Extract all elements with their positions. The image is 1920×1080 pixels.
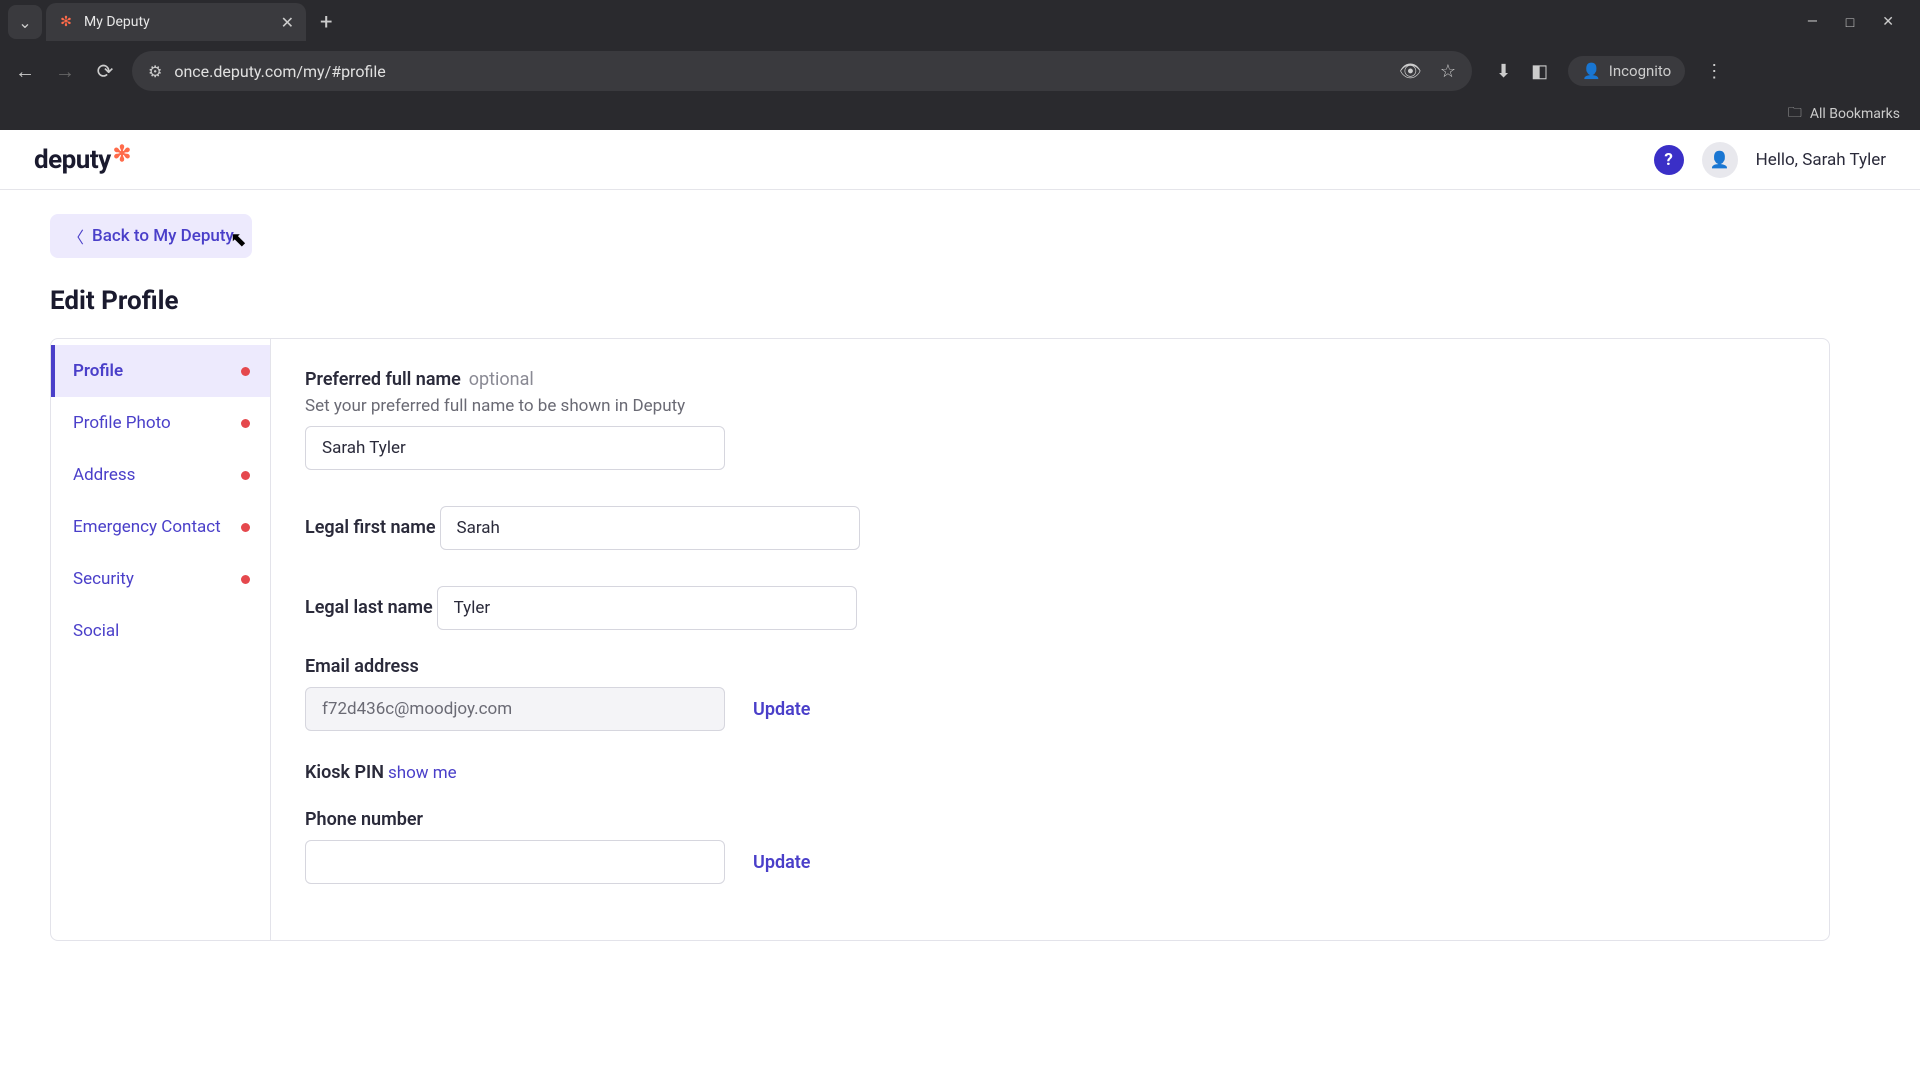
alert-dot-icon: [241, 523, 250, 532]
field-label: Preferred full name: [305, 369, 461, 390]
update-email-button[interactable]: Update: [753, 699, 810, 720]
maximize-icon[interactable]: □: [1846, 14, 1854, 31]
deputy-logo[interactable]: deputy ✻: [34, 145, 131, 175]
alert-dot-icon: [241, 367, 250, 376]
profile-form: Preferred full name optional Set your pr…: [271, 339, 1829, 940]
eye-off-icon[interactable]: 👁: [1399, 61, 1422, 82]
new-tab-button[interactable]: +: [310, 10, 342, 35]
chevron-left-icon: 〈: [68, 224, 84, 248]
show-kiosk-pin-button[interactable]: show me: [388, 763, 457, 783]
forward-button: →: [52, 59, 78, 84]
url-text: once.deputy.com/my/#profile: [174, 62, 1387, 81]
help-button[interactable]: ?: [1654, 145, 1684, 175]
minimize-icon[interactable]: —: [1807, 14, 1818, 31]
field-label: Email address: [305, 656, 419, 677]
site-settings-icon[interactable]: ⚙: [148, 62, 162, 81]
sidebar-item-label: Social: [73, 621, 119, 641]
back-to-deputy-button[interactable]: 〈 Back to My Deputy ⬉: [50, 214, 252, 258]
sidebar-item-emergency-contact[interactable]: Emergency Contact: [51, 501, 270, 553]
deputy-favicon-icon: ✻: [58, 14, 74, 30]
sidebar-item-profile[interactable]: Profile: [51, 345, 270, 397]
preferred-name-input[interactable]: [305, 426, 725, 470]
folder-icon: 🗀: [1788, 102, 1802, 126]
app-header: deputy ✻ ? 👤 Hello, Sarah Tyler: [0, 130, 1920, 190]
sidebar-item-address[interactable]: Address: [51, 449, 270, 501]
reload-button[interactable]: ⟳: [92, 59, 118, 83]
menu-icon[interactable]: ⋮: [1705, 61, 1723, 82]
window-controls: — □ ✕: [1807, 14, 1912, 31]
phone-field: Phone number Update: [305, 809, 865, 884]
page-body: 〈 Back to My Deputy ⬉ Edit Profile Profi…: [0, 190, 1920, 965]
field-hint: Set your preferred full name to be shown…: [305, 396, 865, 416]
tab-bar: ⌄ ✻ My Deputy ✕ + — □ ✕: [0, 0, 1920, 44]
sidebar-item-social[interactable]: Social: [51, 605, 270, 657]
bookmark-star-icon[interactable]: ☆: [1440, 61, 1456, 82]
kiosk-pin-field: Kiosk PIN show me: [305, 757, 865, 783]
close-window-icon[interactable]: ✕: [1882, 14, 1894, 31]
back-button[interactable]: ←: [12, 59, 38, 84]
sidebar-item-profile-photo[interactable]: Profile Photo: [51, 397, 270, 449]
address-bar[interactable]: ⚙ once.deputy.com/my/#profile 👁 ☆: [132, 51, 1472, 91]
sidebar-item-label: Emergency Contact: [73, 517, 221, 537]
all-bookmarks-label: All Bookmarks: [1810, 106, 1900, 122]
email-input: [305, 687, 725, 731]
person-icon: 👤: [1710, 150, 1730, 169]
back-label: Back to My Deputy: [92, 226, 234, 246]
preferred-name-field: Preferred full name optional Set your pr…: [305, 369, 865, 470]
tab-search-button[interactable]: ⌄: [8, 5, 42, 39]
sidebar-item-label: Profile: [73, 361, 123, 381]
sidebar-item-security[interactable]: Security: [51, 553, 270, 605]
page-title: Edit Profile: [50, 286, 1870, 316]
close-icon[interactable]: ✕: [281, 13, 294, 32]
incognito-label: Incognito: [1609, 62, 1671, 80]
alert-dot-icon: [241, 575, 250, 584]
field-label: Legal first name: [305, 517, 436, 538]
alert-dot-icon: [241, 471, 250, 480]
bookmarks-bar: 🗀 All Bookmarks: [0, 98, 1920, 130]
alert-dot-icon: [241, 419, 250, 428]
nav-bar: ← → ⟳ ⚙ once.deputy.com/my/#profile 👁 ☆ …: [0, 44, 1920, 98]
field-label: Kiosk PIN: [305, 762, 384, 783]
legal-last-name-field: Legal last name: [305, 576, 865, 630]
incognito-indicator[interactable]: 👤 Incognito: [1568, 56, 1685, 86]
legal-last-name-input[interactable]: [437, 586, 857, 630]
profile-panel: Profile Profile Photo Address Emergency …: [50, 338, 1830, 941]
downloads-icon[interactable]: ⬇: [1496, 61, 1511, 82]
update-phone-button[interactable]: Update: [753, 852, 810, 873]
field-label: Legal last name: [305, 597, 433, 618]
legal-first-name-input[interactable]: [440, 506, 860, 550]
sidebar-item-label: Security: [73, 569, 134, 589]
incognito-icon: 👤: [1582, 62, 1601, 80]
profile-sidebar: Profile Profile Photo Address Emergency …: [51, 339, 271, 940]
side-panel-icon[interactable]: ◧: [1531, 61, 1548, 82]
tab-title: My Deputy: [84, 14, 271, 30]
email-field: Email address Update: [305, 656, 865, 731]
sidebar-item-label: Profile Photo: [73, 413, 171, 433]
browser-tab[interactable]: ✻ My Deputy ✕: [46, 3, 306, 41]
all-bookmarks-button[interactable]: 🗀 All Bookmarks: [1788, 102, 1900, 126]
sidebar-item-label: Address: [73, 465, 135, 485]
greeting-text: Hello, Sarah Tyler: [1756, 150, 1886, 170]
field-optional: optional: [469, 369, 534, 390]
help-glyph: ?: [1664, 150, 1672, 170]
phone-input[interactable]: [305, 840, 725, 884]
avatar[interactable]: 👤: [1702, 142, 1738, 178]
chevron-down-icon: ⌄: [18, 13, 31, 32]
legal-first-name-field: Legal first name: [305, 496, 865, 550]
logo-text: deputy: [34, 145, 111, 175]
browser-chrome: ⌄ ✻ My Deputy ✕ + — □ ✕ ← → ⟳ ⚙ once.dep…: [0, 0, 1920, 130]
field-label: Phone number: [305, 809, 423, 830]
logo-asterisk-icon: ✻: [113, 142, 131, 167]
